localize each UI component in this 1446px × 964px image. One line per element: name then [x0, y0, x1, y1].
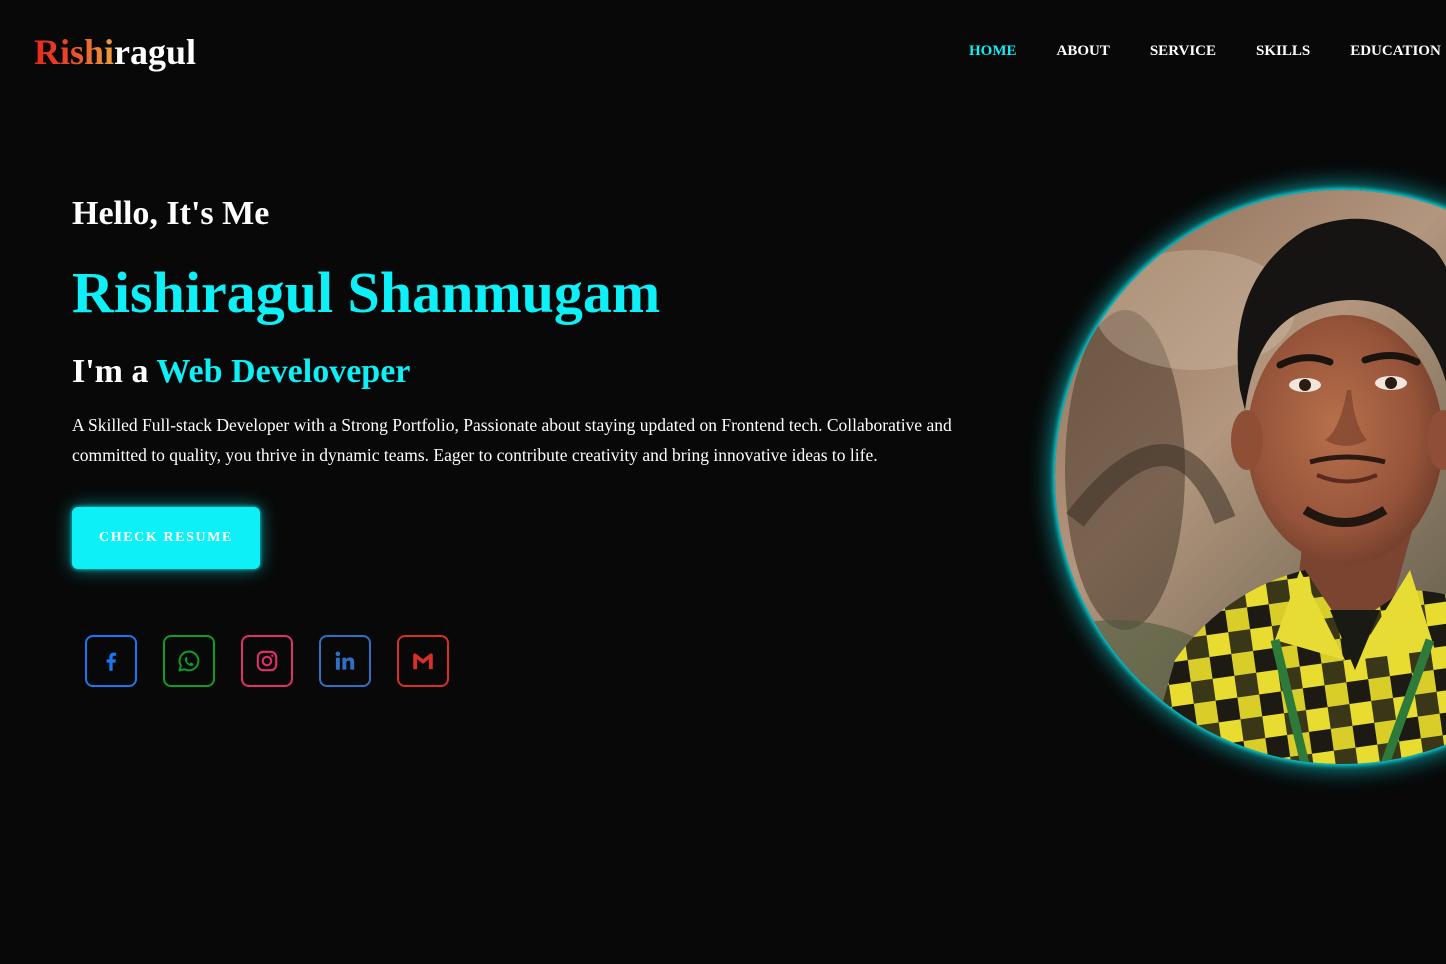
logo[interactable]: Rishiragul	[34, 30, 196, 74]
hero-role: I'm a Web Develoveper	[72, 350, 410, 394]
hero-name: Rishiragul Shanmugam	[72, 260, 661, 325]
check-resume-button[interactable]: CHECK RESUME	[72, 507, 260, 569]
facebook-link[interactable]	[85, 635, 137, 687]
linkedin-icon	[335, 651, 355, 670]
gmail-icon	[413, 653, 433, 670]
nav-home[interactable]: HOME	[969, 42, 1017, 60]
nav-about[interactable]: ABOUT	[1057, 42, 1110, 60]
role-prefix: I'm a	[72, 353, 157, 390]
logo-first-part: Rishi	[34, 32, 115, 72]
instagram-icon	[256, 650, 278, 672]
gmail-link[interactable]	[397, 635, 449, 687]
page: Rishiragul HOME ABOUT SERVICE SKILLS EDU…	[0, 0, 1446, 964]
hero-description: A Skilled Full-stack Developer with a St…	[72, 415, 952, 465]
nav-service[interactable]: SERVICE	[1150, 42, 1216, 60]
whatsapp-icon	[178, 650, 200, 672]
social-links	[85, 635, 449, 687]
instagram-link[interactable]	[241, 635, 293, 687]
nav-skills[interactable]: SKILLS	[1256, 42, 1310, 60]
greeting: Hello, It's Me	[72, 195, 270, 232]
nav-education[interactable]: EDUCATION	[1350, 42, 1441, 60]
profile-photo-illustration	[1055, 190, 1446, 764]
main-nav: HOME ABOUT SERVICE SKILLS EDUCATION	[969, 42, 1441, 60]
whatsapp-link[interactable]	[163, 635, 215, 687]
logo-second-part: ragul	[114, 32, 197, 72]
facebook-icon	[106, 652, 117, 671]
linkedin-link[interactable]	[319, 635, 371, 687]
profile-photo	[1055, 190, 1446, 764]
role-highlight: Web Develoveper	[156, 353, 411, 390]
